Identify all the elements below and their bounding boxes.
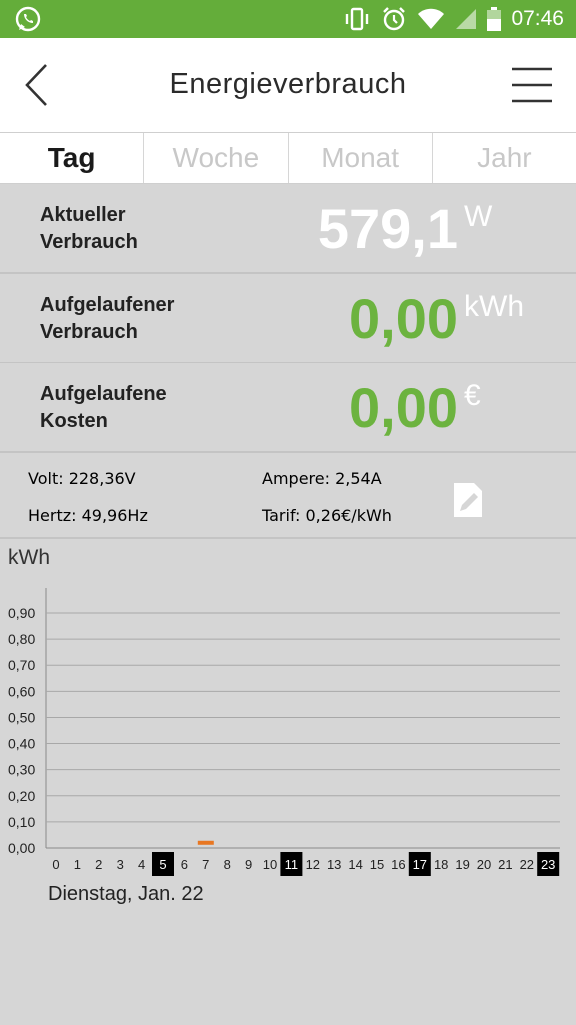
label-line-1: Aufgelaufene [40,383,167,405]
x-tick-label: 20 [477,857,491,872]
whatsapp-icon [15,6,41,32]
y-tick-label: 0,80 [8,631,35,647]
y-tick-label: 0,60 [8,683,35,699]
current-consumption-value: 579,1 [317,197,458,260]
x-tick-label: 17 [413,857,427,872]
x-tick-label: 9 [245,857,252,872]
label-line-2: Verbrauch [40,321,138,343]
x-tick-label: 23 [541,857,555,872]
y-tick-label: 0,70 [8,657,35,673]
y-tick-label: 0,90 [8,605,35,621]
electrical-info [0,451,576,539]
x-tick-label: 2 [95,857,102,872]
x-tick-label: 16 [391,857,405,872]
app-header: Energieverbrauch [0,38,576,133]
signal-icon [456,9,477,29]
vibrate-icon [346,7,369,31]
tab-jahr[interactable]: Jahr [431,133,576,183]
x-tick-label: 7 [202,857,209,872]
x-tick-label: 13 [327,857,341,872]
label-line-2: Kosten [40,410,108,432]
accumulated-consumption-unit: kWh [464,290,524,323]
hourly-consumption-chart: 0,00 0,10 0,20 0,30 0,40 0,50 0,60 0,70 0,80 0,90… [8,588,560,876]
date-label: Dienstag, Jan. 22 [48,883,204,905]
wifi-icon [418,8,445,29]
x-tick-label: 14 [348,857,362,872]
battery-icon [487,7,502,31]
current-consumption-label: Aktueller Verbrauch [40,202,138,256]
label-line-2: Verbrauch [40,231,138,253]
x-tick-label: 18 [434,857,448,872]
x-tick-label: 1 [74,857,81,872]
x-tick-label: 19 [455,857,469,872]
y-tick-label: 0,30 [8,762,35,778]
x-tick-label: 21 [498,857,512,872]
page-title: Energieverbrauch [169,68,407,100]
x-tick-label: 10 [263,857,277,872]
accumulated-costs-row: Aufgelaufene Kosten 0,00 € [0,363,576,453]
x-tick-label: 12 [306,857,320,872]
clock: 07:46 [511,7,564,30]
tab-woche[interactable]: Woche [143,133,287,183]
accumulated-costs-unit: € [464,379,481,412]
edit-icon[interactable] [452,481,484,519]
x-tick-label: 15 [370,857,384,872]
chart-unit-label: kWh [8,546,50,569]
x-tick-label: 0 [52,857,59,872]
x-tick-label: 11 [285,857,299,872]
x-tick-label: 8 [224,857,231,872]
y-tick-label: 0,40 [8,736,35,752]
y-tick-label: 0,50 [8,709,35,725]
current-consumption-unit: W [464,200,493,233]
bar [197,840,214,845]
hamburger-menu-icon[interactable] [512,66,552,104]
accumulated-consumption-value: 0,00 [349,287,458,350]
y-tick-label: 0,20 [8,788,35,804]
current-consumption-row: Aktueller Verbrauch 579,1 W [0,184,576,274]
x-tick-label: 5 [159,857,166,872]
y-tick-label: 0,10 [8,814,35,830]
tab-monat[interactable]: Monat [287,133,432,183]
accumulated-consumption-label: Aufgelaufener Verbrauch [40,292,174,346]
alarm-icon [383,7,406,31]
tab-tag[interactable]: Tag [0,133,143,183]
tarif-reading: Tarif: 0,26€/kWh [262,506,392,525]
x-tick-label: 6 [181,857,188,872]
label-line-1: Aufgelaufener [40,294,175,316]
accumulated-consumption-row: Aufgelaufener Verbrauch 0,00 kWh [0,274,576,364]
x-tick-label: 3 [117,857,124,872]
status-bar: 07:46 [0,0,576,38]
accumulated-costs-value: 0,00 [349,376,458,439]
accumulated-costs-label: Aufgelaufene Kosten [40,381,167,435]
x-tick-label: 4 [138,857,145,872]
ampere-reading: Ampere: 2,54A [262,469,382,488]
y-tick-label: 0,00 [8,840,35,856]
period-tabs: Tag Woche Monat Jahr [0,133,576,184]
label-line-1: Aktueller [40,204,126,226]
x-tick-label: 22 [520,857,534,872]
